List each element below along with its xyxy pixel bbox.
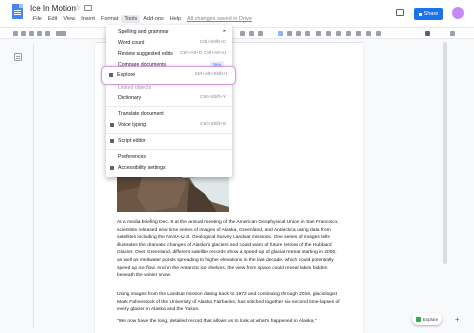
menu-item-preferences[interactable]: Preferences	[106, 153, 232, 162]
print-icon[interactable]	[29, 31, 34, 36]
toolbar	[0, 27, 474, 39]
menu-insert[interactable]: Insert	[78, 15, 98, 23]
menu-item-word-count[interactable]: Word count Ctrl+Shift+C	[106, 39, 232, 48]
collapse-icon[interactable]	[450, 31, 455, 36]
menu-item-script-editor[interactable]: Script editor	[106, 137, 232, 146]
increase-indent-icon[interactable]	[366, 31, 371, 36]
menu-file[interactable]: File	[30, 15, 45, 23]
align-center-icon[interactable]	[287, 31, 292, 36]
accessibility-icon	[110, 166, 114, 170]
vertical-ruler	[30, 44, 34, 328]
menu-add-ons[interactable]: Add-ons	[140, 15, 167, 23]
comment-history-icon[interactable]	[396, 9, 404, 16]
document-title[interactable]: Ice In Motion	[30, 4, 76, 13]
menu-divider	[106, 106, 232, 107]
share-label: Share	[423, 11, 439, 17]
menu-item-accessibility-settings[interactable]: Accessibility settings	[106, 164, 232, 173]
move-folder-icon[interactable]	[84, 5, 92, 11]
share-button[interactable]: Share	[414, 8, 443, 20]
add-icon[interactable]: +	[455, 315, 460, 324]
vertical-scrollbar[interactable]	[443, 42, 447, 264]
docs-logo-icon[interactable]	[12, 4, 23, 19]
menu-item-explore[interactable]: Explore Ctrl+Alt+Shift+I	[101, 66, 236, 85]
menu-item-spelling-grammar[interactable]: Spelling and grammar ▸	[106, 28, 232, 37]
chevron-right-icon: ▸	[223, 28, 226, 34]
explore-icon	[109, 73, 113, 77]
star-icon[interactable]: ☆	[74, 3, 81, 12]
menu-format[interactable]: Format	[98, 15, 121, 23]
decrease-indent-icon[interactable]	[356, 31, 361, 36]
undo-icon[interactable]	[13, 31, 18, 36]
menu-bar: File Edit View Insert Format Tools Add-o…	[30, 15, 252, 23]
spellcheck-icon[interactable]	[37, 31, 42, 36]
paragraph-1[interactable]: At a media briefing Dec. 9 at the annual…	[117, 219, 341, 280]
paragraph-2[interactable]: Using images from the Landsat mission da…	[117, 291, 341, 314]
explore-icon	[415, 316, 421, 322]
avatar[interactable]	[452, 7, 464, 19]
add-comment-icon[interactable]	[249, 31, 254, 36]
align-right-icon[interactable]	[296, 31, 301, 36]
redo-icon[interactable]	[21, 31, 26, 36]
explore-button[interactable]: Explore	[412, 313, 442, 325]
menu-item-review-suggested-edits[interactable]: Review suggested edits Ctrl+Alt+O Ctrl+A…	[106, 50, 232, 59]
menu-view[interactable]: View	[60, 15, 78, 23]
clear-formatting-icon[interactable]	[376, 31, 381, 36]
document-outline-icon[interactable]	[14, 53, 22, 61]
script-icon	[110, 139, 114, 143]
justify-icon[interactable]	[305, 31, 310, 36]
editing-mode-icon[interactable]	[425, 31, 430, 36]
line-spacing-icon[interactable]	[316, 31, 321, 36]
save-status[interactable]: All changes saved in Drive	[187, 15, 252, 23]
zoom-select[interactable]	[56, 31, 66, 36]
menu-edit[interactable]: Edit	[45, 15, 60, 23]
insert-link-icon[interactable]	[240, 31, 245, 36]
checklist-icon[interactable]	[326, 31, 331, 36]
insert-image-icon[interactable]	[258, 31, 263, 36]
bulleted-list-icon[interactable]	[336, 31, 341, 36]
paint-format-icon[interactable]	[45, 31, 50, 36]
menu-divider	[106, 149, 232, 150]
lock-icon	[418, 12, 422, 16]
numbered-list-icon[interactable]	[346, 31, 351, 36]
menu-item-translate-document[interactable]: Translate document	[106, 110, 232, 119]
menu-item-dictionary[interactable]: Dictionary Ctrl+Shift+Y	[106, 94, 232, 103]
tools-menu: Spelling and grammar ▸ Word count Ctrl+S…	[106, 25, 232, 177]
app-header: Ice In Motion ☆ File Edit View Insert Fo…	[0, 0, 474, 26]
paragraph-3[interactable]: "We now have the long, detailed record t…	[117, 318, 341, 326]
menu-item-voice-typing[interactable]: Voice typing Ctrl+Shift+S	[106, 121, 232, 130]
menu-divider	[106, 133, 232, 134]
menu-item-linked-objects[interactable]: Linked objects	[106, 84, 232, 93]
microphone-icon	[110, 123, 114, 127]
align-left-icon[interactable]	[278, 31, 283, 36]
menu-tools[interactable]: Tools	[121, 15, 141, 23]
menu-help[interactable]: Help	[167, 15, 184, 23]
explore-button-label: Explore	[422, 316, 439, 322]
